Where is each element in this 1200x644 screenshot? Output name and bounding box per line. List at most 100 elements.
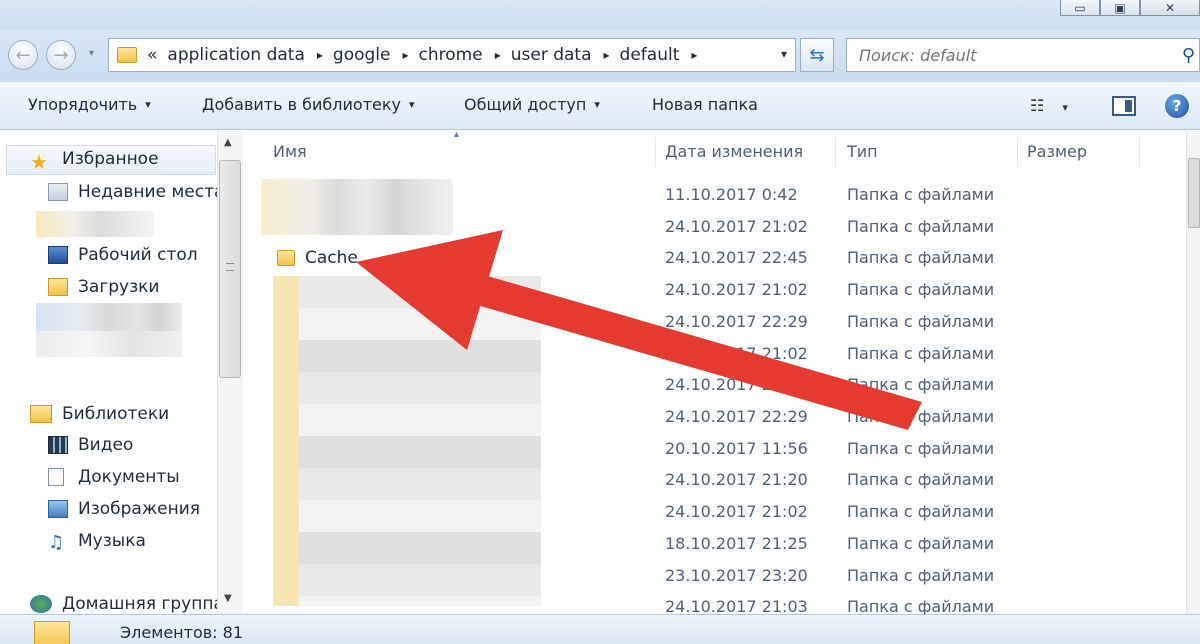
row-type: Папка с файлами: [847, 217, 995, 236]
column-header-date[interactable]: Дата изменения: [665, 131, 803, 171]
blurred-item: [36, 211, 154, 237]
forward-button[interactable]: →: [46, 40, 76, 70]
sidebar-item-downloads[interactable]: Загрузки: [48, 277, 159, 297]
search-input[interactable]: [859, 45, 1159, 65]
share-button[interactable]: Общий доступ ▾: [464, 95, 600, 114]
row-date: 11.10.2017 0:42: [665, 185, 798, 204]
chevron-down-icon: ▾: [408, 98, 415, 111]
folder-icon: [117, 47, 137, 63]
table-row[interactable]: 24.10.2017 21:03 Папка с файлами: [243, 591, 1183, 614]
address-segment-application-data[interactable]: application data ▸: [167, 45, 323, 65]
preview-pane-icon[interactable]: [1112, 96, 1136, 116]
table-row[interactable]: 24.10.2017 21:02 Папка с файлами: [243, 369, 1183, 401]
cache-folder[interactable]: Cache: [277, 248, 358, 268]
recent-pages-dropdown[interactable]: ▾: [89, 48, 94, 59]
sidebar-item-label: Загрузки: [78, 277, 160, 297]
status-bar: Элементов: 81: [0, 614, 1200, 644]
segment-label: default: [619, 45, 680, 65]
chevron-left-icon: «: [147, 45, 158, 65]
sidebar-item-desktop[interactable]: Рабочий стол: [48, 245, 198, 265]
table-row-cache[interactable]: Cache 24.10.2017 22:45 Папка с файлами: [243, 242, 1183, 274]
view-list-icon: ☷: [1030, 96, 1045, 115]
sidebar-item-homegroup[interactable]: Домашняя группа: [30, 594, 224, 614]
help-icon[interactable]: ?: [1165, 94, 1189, 118]
table-row[interactable]: 20.10.2017 11:56 Папка с файлами: [243, 433, 1183, 465]
address-dropdown[interactable]: ▾: [781, 47, 787, 61]
scroll-up-icon[interactable]: ▲: [224, 137, 232, 148]
column-header-type[interactable]: Тип: [847, 131, 878, 171]
music-icon: ♫: [48, 532, 65, 553]
row-type: Папка с файлами: [847, 597, 995, 614]
row-date: 24.10.2017 21:02: [665, 280, 808, 299]
column-divider[interactable]: [1139, 137, 1140, 167]
sidebar-item-label: Документы: [78, 467, 180, 487]
sidebar-item-documents[interactable]: Документы: [48, 467, 180, 487]
table-row[interactable]: 24.10.2017 21:02 Папка с файлами: [243, 338, 1183, 370]
new-folder-label: Новая папка: [652, 95, 758, 114]
maximize-button[interactable]: ▣: [1100, 0, 1140, 16]
command-toolbar: Упорядочить ▾ Добавить в библиотеку ▾ Общи…: [0, 82, 1200, 130]
chevron-right-icon[interactable]: ▸: [495, 48, 501, 62]
organize-label: Упорядочить: [28, 95, 138, 114]
table-row[interactable]: 24.10.2017 21:02 Папка с файлами: [243, 496, 1183, 528]
chevron-right-icon[interactable]: ▸: [317, 48, 323, 62]
column-label: Дата изменения: [665, 141, 804, 161]
search-icon[interactable]: ⚲: [1182, 45, 1195, 66]
address-segment-user-data[interactable]: user data ▸: [511, 45, 610, 65]
address-segment-google[interactable]: google ▸: [333, 45, 409, 65]
table-row[interactable]: 24.10.2017 21:02 Папка с файлами: [243, 211, 1183, 243]
sidebar-item-video[interactable]: Видео: [48, 435, 133, 455]
column-header-size[interactable]: Размер: [1027, 131, 1087, 171]
table-row[interactable]: 24.10.2017 21:20 Папка с файлами: [243, 464, 1183, 496]
change-view-button[interactable]: ☷ ▾: [1030, 96, 1068, 115]
navigation-pane-scroll-thumb[interactable]: [219, 160, 241, 378]
organize-button[interactable]: Упорядочить ▾: [28, 95, 151, 114]
blurred-item: [36, 331, 182, 357]
sort-ascending-icon: ▴: [454, 131, 460, 140]
chevron-right-icon[interactable]: ▸: [604, 48, 610, 62]
table-row[interactable]: 24.10.2017 21:02 Папка с файлами: [243, 274, 1183, 306]
row-type: Папка с файлами: [847, 185, 995, 204]
column-divider[interactable]: [655, 137, 656, 167]
sidebar-item-music[interactable]: ♫ Музыка: [48, 531, 146, 553]
table-row[interactable]: 11.10.2017 0:42 Папка с файлами: [243, 179, 1183, 211]
chevron-right-icon[interactable]: ▸: [403, 48, 409, 62]
star-icon: ★: [30, 150, 48, 174]
chevron-right-icon[interactable]: ▸: [691, 48, 697, 62]
explorer-window: ▭ ▣ ✕ ← → ▾ « application data ▸ google ▸ …: [0, 0, 1200, 644]
table-row[interactable]: 23.10.2017 23:20 Папка с файлами: [243, 560, 1183, 592]
sidebar-item-label: Музыка: [78, 531, 146, 551]
minimize-button[interactable]: ▭: [1060, 0, 1100, 16]
address-bar[interactable]: « application data ▸ google ▸ chrome ▸ user…: [108, 38, 796, 72]
column-label: Размер: [1027, 141, 1088, 161]
column-header-name[interactable]: Имя: [273, 131, 307, 171]
table-row[interactable]: 24.10.2017 22:29 Папка с файлами: [243, 306, 1183, 338]
row-date: 24.10.2017 21:20: [665, 470, 808, 489]
file-list-scroll-thumb[interactable]: [1188, 158, 1200, 228]
share-label: Общий доступ: [464, 95, 587, 114]
row-type: Папка с файлами: [847, 439, 995, 458]
address-segment-chrome[interactable]: chrome ▸: [419, 45, 501, 65]
chevron-down-icon: ▾: [145, 98, 151, 111]
refresh-button[interactable]: ⇆: [800, 38, 834, 72]
column-divider[interactable]: [1017, 137, 1018, 167]
sidebar-item-libraries[interactable]: Библиотеки: [30, 404, 169, 424]
sidebar-item-recent[interactable]: Недавние места: [48, 182, 224, 202]
new-folder-button[interactable]: Новая папка: [652, 95, 758, 114]
search-box[interactable]: ⚲: [846, 38, 1200, 72]
close-button[interactable]: ✕: [1140, 0, 1200, 16]
row-type: Папка с файлами: [847, 344, 995, 363]
table-row[interactable]: 24.10.2017 22:29 Папка с файлами: [243, 401, 1183, 433]
column-divider[interactable]: [835, 137, 836, 167]
scroll-down-icon[interactable]: ▼: [224, 593, 232, 604]
row-type: Папка с файлами: [847, 470, 995, 489]
add-to-library-button[interactable]: Добавить в библиотеку ▾: [202, 95, 415, 114]
sidebar-item-images[interactable]: Изображения: [48, 499, 200, 519]
row-date: 24.10.2017 21:02: [665, 375, 808, 394]
back-button[interactable]: ←: [8, 40, 38, 70]
sidebar-item-favorites[interactable]: ★ Избранное: [30, 149, 159, 174]
address-prefix[interactable]: «: [147, 45, 157, 65]
row-type: Папка с файлами: [847, 407, 995, 426]
table-row[interactable]: 18.10.2017 21:25 Папка с файлами: [243, 528, 1183, 560]
address-segment-default[interactable]: default ▸: [620, 45, 698, 65]
